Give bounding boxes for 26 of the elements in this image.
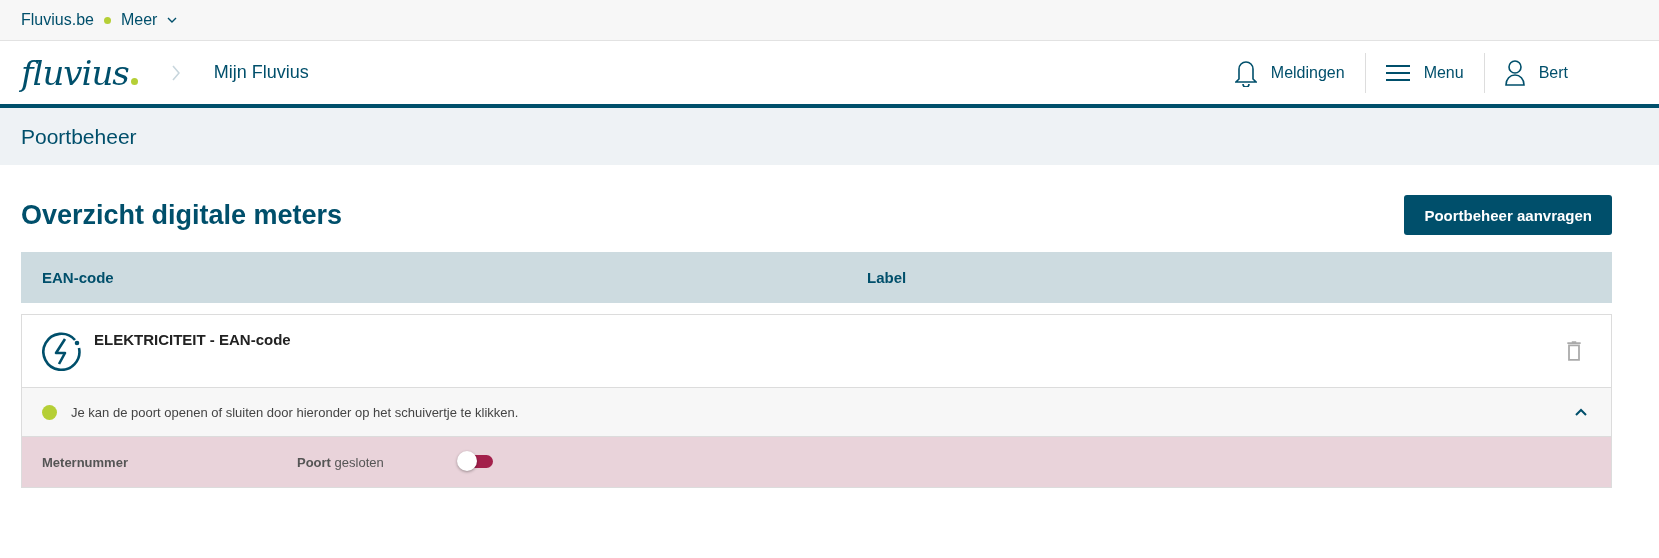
meter-title: ELEKTRICITEIT - EAN-code (94, 331, 291, 348)
chevron-down-icon (167, 17, 178, 23)
logo[interactable]: fluvius (21, 52, 129, 93)
site-link[interactable]: Fluvius.be (21, 11, 94, 29)
bell-icon (1234, 58, 1257, 87)
column-header: Label (867, 269, 908, 286)
user-icon (1504, 59, 1525, 86)
lightning-icon (42, 331, 82, 371)
logo-dot (130, 78, 138, 85)
menu-button[interactable]: Menu (1364, 52, 1484, 93)
more-menu[interactable]: Meer (120, 11, 158, 29)
section-title: Poortbeheer (21, 124, 137, 149)
chevron-right-icon (171, 64, 180, 81)
request-button[interactable]: Poortbeheer aanvragen (1404, 195, 1612, 235)
meter-number-label: Meternummer (42, 454, 129, 470)
chevron-up-icon (1575, 408, 1587, 416)
breadcrumb[interactable]: Mijn Fluvius (213, 62, 309, 83)
column-header: EAN-code (42, 269, 115, 286)
port-switch[interactable] (457, 451, 493, 473)
status-text: Je kan de poort openen of sluiten door hieronder op het schuivertje te klikken. (71, 404, 519, 420)
bell-button[interactable]: Meldingen (1214, 52, 1365, 93)
page-title: Overzicht digitale meters (21, 199, 343, 231)
port-status-label: Poort gesloten (297, 454, 385, 470)
separator-dot (103, 16, 111, 24)
user-button[interactable]: Bert (1483, 52, 1588, 93)
menu-icon (1385, 64, 1410, 81)
